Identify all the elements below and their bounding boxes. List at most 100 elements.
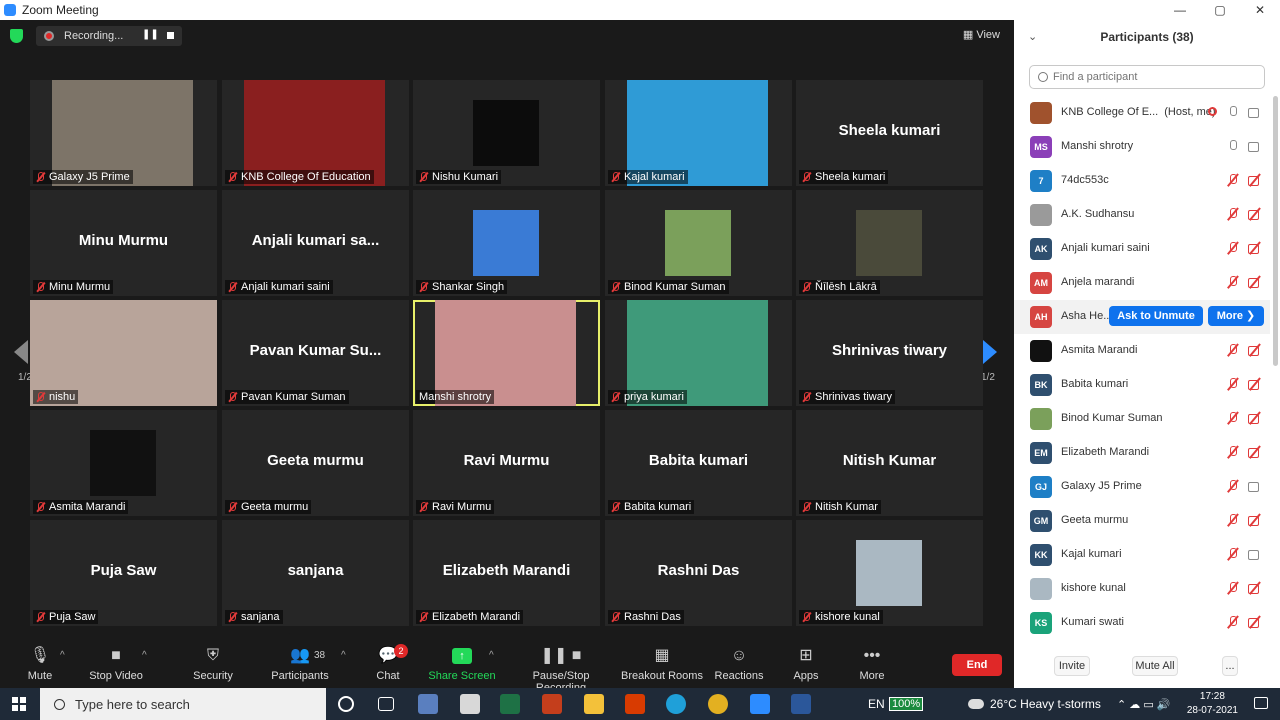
video-tile[interactable]: Babita kumari Babita kumari	[605, 410, 792, 516]
video-camera-icon[interactable]	[1248, 106, 1262, 118]
mic-muted-icon[interactable]	[1227, 616, 1238, 629]
office-icon[interactable]	[625, 694, 645, 714]
video-tile[interactable]: nishu	[30, 300, 217, 406]
mic-muted-icon[interactable]	[1227, 242, 1238, 255]
edge-browser-icon[interactable]	[666, 694, 686, 714]
participant-row[interactable]: KNB College Of E... (Host, me)	[1014, 96, 1270, 130]
video-off-icon[interactable]	[1248, 242, 1262, 254]
word-icon[interactable]	[791, 694, 811, 714]
video-off-icon[interactable]	[1248, 446, 1262, 458]
video-off-icon[interactable]	[1248, 582, 1262, 594]
participant-more-button[interactable]: More ❯	[1208, 306, 1264, 326]
participant-row[interactable]: Asmita Marandi	[1014, 334, 1270, 368]
close-button[interactable]: ✕	[1240, 0, 1280, 20]
video-tile[interactable]: Elizabeth Marandi Elizabeth Marandi	[413, 520, 600, 626]
video-off-icon[interactable]	[1248, 276, 1262, 288]
app-icon-1[interactable]	[418, 694, 438, 714]
video-tile[interactable]: Anjali kumari sa... Anjali kumari saini	[222, 190, 409, 296]
video-tile[interactable]: kishore kunal	[796, 520, 983, 626]
mic-muted-icon[interactable]	[1227, 548, 1238, 561]
stop-recording-icon[interactable]	[167, 32, 174, 39]
mic-muted-icon[interactable]	[1227, 582, 1238, 595]
microphone-icon[interactable]	[1227, 106, 1238, 119]
task-view-icon[interactable]	[378, 697, 394, 711]
video-tile[interactable]: Shrinivas tiwary Shrinivas tiwary	[796, 300, 983, 406]
language-indicator[interactable]: EN	[868, 688, 885, 720]
participant-row[interactable]: AK Anjali kumari saini	[1014, 232, 1270, 266]
participant-row[interactable]: A.K. Sudhansu	[1014, 198, 1270, 232]
windows-start-icon[interactable]	[12, 697, 26, 711]
file-explorer-icon[interactable]	[584, 694, 604, 714]
pause-stop-recording-button[interactable]: ❚❚ ■ Pause/Stop Recording	[506, 640, 616, 694]
notification-center-icon[interactable]	[1254, 697, 1268, 709]
video-camera-icon[interactable]	[1248, 140, 1262, 152]
participants-options-caret-icon[interactable]: ^	[341, 650, 346, 661]
share-options-caret-icon[interactable]: ^	[489, 650, 494, 661]
video-tile[interactable]: priya kumari	[605, 300, 792, 406]
video-tile[interactable]: Shankar Singh	[413, 190, 600, 296]
mic-muted-icon[interactable]	[1227, 208, 1238, 221]
microphone-icon[interactable]	[1227, 140, 1238, 153]
system-tray-icons[interactable]: ⌃ ☁ ▭ 🔊	[1117, 688, 1170, 720]
participant-row[interactable]: kishore kunal	[1014, 572, 1270, 606]
mic-muted-icon[interactable]	[1227, 174, 1238, 187]
weather-widget[interactable]: 26°C Heavy t-storms	[968, 688, 1101, 720]
mic-muted-icon[interactable]	[1227, 344, 1238, 357]
invite-button[interactable]: Invite	[1054, 656, 1090, 676]
taskbar-search[interactable]: Type here to search	[40, 688, 326, 720]
mic-muted-icon[interactable]	[1227, 378, 1238, 391]
video-camera-icon[interactable]	[1248, 480, 1262, 492]
taskbar-clock[interactable]: 17:28 28-07-2021	[1187, 690, 1238, 718]
audio-options-caret-icon[interactable]: ^	[60, 650, 65, 661]
previous-page-icon[interactable]	[14, 340, 28, 364]
video-tile[interactable]: Geeta murmu Geeta murmu	[222, 410, 409, 516]
view-button[interactable]: ▦ View	[963, 28, 1000, 41]
video-tile[interactable]: Nitish Kumar Nitish Kumar	[796, 410, 983, 516]
more-button[interactable]: ••• More	[832, 640, 912, 688]
security-button[interactable]: ⛨ Security	[173, 640, 253, 688]
store-icon[interactable]	[460, 694, 480, 714]
mic-muted-icon[interactable]	[1227, 480, 1238, 493]
chat-button[interactable]: 💬 2 Chat	[348, 640, 428, 688]
video-off-icon[interactable]	[1248, 514, 1262, 526]
video-tile[interactable]: sanjana sanjana	[222, 520, 409, 626]
participant-row[interactable]: KS Kumari swati	[1014, 606, 1270, 640]
end-meeting-button[interactable]: End	[952, 654, 1002, 676]
video-tile[interactable]: Kajal kumari	[605, 80, 792, 186]
mic-muted-icon[interactable]	[1227, 514, 1238, 527]
chrome-browser-icon[interactable]	[708, 694, 728, 714]
battery-indicator[interactable]: 100%	[889, 697, 924, 711]
participant-list-scrollbar[interactable]	[1273, 96, 1278, 366]
video-off-icon[interactable]	[1248, 208, 1262, 220]
encryption-shield-icon[interactable]	[10, 29, 23, 43]
video-tile[interactable]: KNB College Of Education	[222, 80, 409, 186]
participant-row[interactable]: BK Babita kumari	[1014, 368, 1270, 402]
cortana-icon[interactable]	[338, 696, 354, 712]
mute-button[interactable]: 🎙 Mute	[0, 640, 80, 688]
video-off-icon[interactable]	[1248, 378, 1262, 390]
video-tile[interactable]: Puja Saw Puja Saw	[30, 520, 217, 626]
video-tile[interactable]: Minu Murmu Minu Murmu	[30, 190, 217, 296]
video-tile[interactable]: Binod Kumar Suman	[605, 190, 792, 296]
video-tile[interactable]: Nishu Kumari	[413, 80, 600, 186]
video-tile[interactable]: Pavan Kumar Su... Pavan Kumar Suman	[222, 300, 409, 406]
zoom-taskbar-icon[interactable]	[750, 694, 770, 714]
video-tile[interactable]: Sheela kumari Sheela kumari	[796, 80, 983, 186]
mic-muted-icon[interactable]	[1227, 412, 1238, 425]
stop-video-button[interactable]: ■ Stop Video	[76, 640, 156, 688]
breakout-rooms-button[interactable]: ▦ Breakout Rooms	[620, 640, 704, 688]
video-tile[interactable]: Ravi Murmu Ravi Murmu	[413, 410, 600, 516]
video-tile[interactable]: Manshi shrotry	[413, 300, 600, 406]
participant-row[interactable]: AM Anjela marandi	[1014, 266, 1270, 300]
participant-row[interactable]: GJ Galaxy J5 Prime	[1014, 470, 1270, 504]
mic-muted-icon[interactable]	[1227, 446, 1238, 459]
participant-row[interactable]: KK Kajal kumari	[1014, 538, 1270, 572]
mute-all-button[interactable]: Mute All	[1132, 656, 1178, 676]
maximize-button[interactable]: ▢	[1200, 0, 1240, 20]
mic-muted-icon[interactable]	[1227, 276, 1238, 289]
excel-icon[interactable]	[500, 694, 520, 714]
participant-row[interactable]: Binod Kumar Suman	[1014, 402, 1270, 436]
video-off-icon[interactable]	[1248, 616, 1262, 628]
participant-row[interactable]: MS Manshi shrotry	[1014, 130, 1270, 164]
video-tile[interactable]: Ňīlēsh Lākrā	[796, 190, 983, 296]
